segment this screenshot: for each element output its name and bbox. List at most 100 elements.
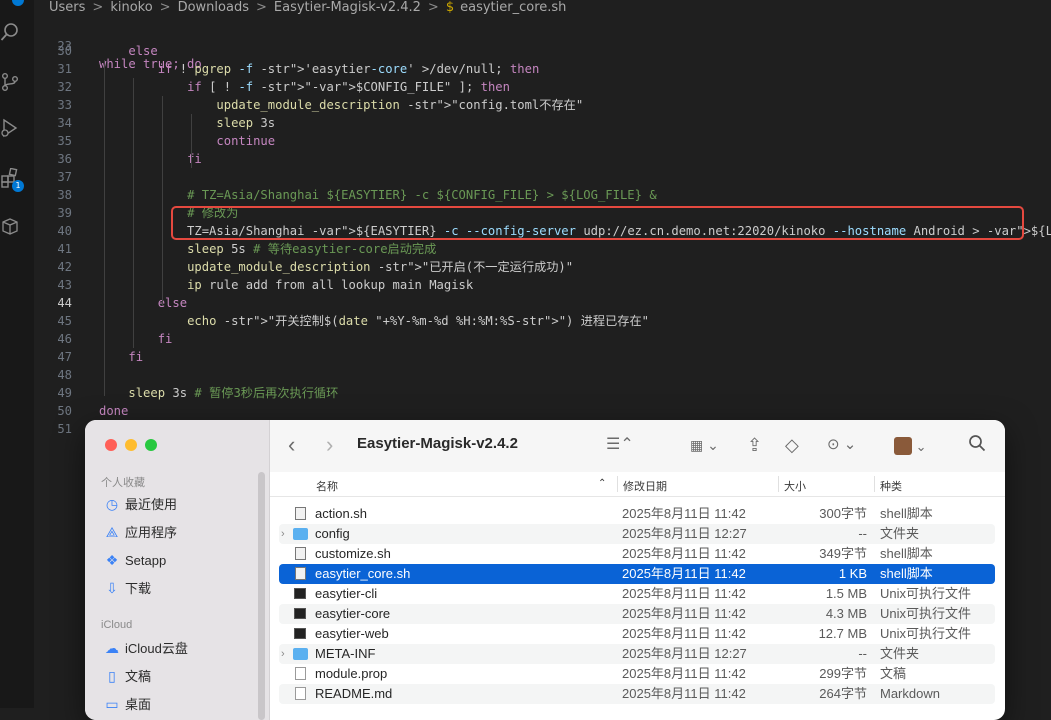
search-icon[interactable] [968, 434, 986, 457]
file-size: 300字节 [819, 506, 867, 521]
code-line[interactable]: 33 update_module_description -str">"conf… [34, 96, 1051, 114]
code-line[interactable]: 34 sleep 3s [34, 114, 1051, 132]
file-name: action.sh [315, 506, 368, 521]
file-row[interactable]: easytier-web 2025年8月11日 11:42 12.7 MB Unix可… [279, 624, 995, 644]
code-line[interactable]: 36 fi [34, 150, 1051, 168]
disclosure-chevron-icon[interactable]: › [281, 524, 285, 544]
code-line[interactable]: 43 ip rule add from all lookup main Magi… [34, 276, 1051, 294]
file-row[interactable]: easytier-core 2025年8月11日 11:42 4.3 MB Unix可… [279, 604, 995, 624]
code-line[interactable]: 38 # TZ=Asia/Shanghai ${EASYTIER} -c ${C… [34, 186, 1051, 204]
line-number: 42 [57, 260, 72, 274]
file-row[interactable]: › config 2025年8月11日 12:27 -- 文件夹 [279, 524, 995, 544]
code-line[interactable]: 35 continue [34, 132, 1051, 150]
sidebar-item-recents[interactable]: ◷ 最近使用 [103, 493, 177, 515]
code-line[interactable]: 50 done [34, 402, 1051, 420]
sidebar-item-label: Setapp [125, 553, 167, 568]
setapp-icon: ❖ [105, 552, 119, 568]
search-icon[interactable] [0, 22, 20, 42]
sidebar-item-downloads[interactable]: ⇩ 下载 [103, 577, 151, 599]
folder-icon [293, 648, 308, 660]
file-date: 2025年8月11日 11:42 [622, 606, 746, 621]
file-size: 12.7 MB [818, 626, 867, 641]
sidebar-scrollbar[interactable] [258, 472, 265, 720]
group-icon[interactable]: ▦ ⌄ [690, 434, 719, 456]
remote-explorer-icon[interactable] [0, 216, 20, 236]
list-view-icon[interactable]: ☰⌃ [606, 434, 634, 456]
column-kind[interactable]: 种类 [880, 478, 902, 494]
sidebar-item-desktop[interactable]: ▭ 桌面 [103, 693, 151, 715]
shell-doc-icon [295, 547, 306, 560]
minimize-button[interactable] [125, 439, 137, 451]
breadcrumb-file[interactable]: easytier_core.sh [460, 0, 566, 16]
zoom-button[interactable] [145, 439, 157, 451]
code-editor[interactable]: 23 while true; do 30 else 31 if ! pgrep -… [34, 18, 1051, 438]
file-kind: Unix可执行文件 [880, 626, 972, 641]
sidebar-item-setapp[interactable]: ❖ Setapp [103, 549, 166, 571]
file-row[interactable]: action.sh 2025年8月11日 11:42 300字节 shell脚本 [279, 504, 995, 524]
code-line[interactable]: 47 fi [34, 348, 1051, 366]
file-row[interactable]: module.prop 2025年8月11日 11:42 299字节 文稿 [279, 664, 995, 684]
column-name[interactable]: 名称 [316, 478, 338, 494]
sidebar-item-icloud-drive[interactable]: ☁ iCloud云盘 [103, 637, 188, 659]
sticky-scroll-line[interactable]: 23 while true; do [34, 19, 1051, 71]
avatar[interactable]: ⌄ [894, 434, 927, 458]
code-text: sleep 3s # 暂停3秒后再次执行循环 [128, 386, 339, 400]
desktop-icon: ▭ [105, 696, 119, 712]
cloud-icon: ☁ [105, 640, 119, 656]
share-icon[interactable]: ⇪ [747, 434, 762, 456]
file-row[interactable]: README.md 2025年8月11日 11:42 264字节 Markdown [279, 684, 995, 704]
line-number: 51 [57, 422, 72, 436]
code-line[interactable]: 45 echo -str">"开关控制$(date "+%Y-%m-%d %H:… [34, 312, 1051, 330]
file-row[interactable]: › META-INF 2025年8月11日 12:27 -- 文件夹 [279, 644, 995, 664]
code-text: update_module_description -str">"已开启(不一定… [187, 260, 574, 274]
line-number: 32 [57, 80, 72, 94]
file-kind: Unix可执行文件 [880, 606, 972, 621]
code-line[interactable]: 30 else [34, 42, 1051, 60]
line-number: 50 [57, 404, 72, 418]
disclosure-chevron-icon[interactable]: › [281, 644, 285, 664]
breadcrumb-separator: > [255, 0, 267, 15]
indent-guide [162, 96, 163, 306]
code-line[interactable]: 49 sleep 3s # 暂停3秒后再次执行循环 [34, 384, 1051, 402]
code-line[interactable]: 46 fi [34, 330, 1051, 348]
breadcrumb-item[interactable]: Downloads [178, 0, 249, 16]
file-name: module.prop [315, 666, 388, 681]
sort-chevron-icon[interactable]: ⌃ [598, 478, 606, 489]
column-size[interactable]: 大小 [784, 478, 806, 494]
sidebar-item-label: 应用程序 [125, 525, 178, 540]
file-date: 2025年8月11日 11:42 [622, 626, 746, 641]
apps-icon: ⟁ [105, 524, 119, 540]
forward-icon[interactable]: › [326, 434, 333, 456]
code-line[interactable]: 48 [34, 366, 1051, 384]
close-button[interactable] [105, 439, 117, 451]
sidebar-item-applications[interactable]: ⟁ 应用程序 [103, 521, 177, 543]
back-icon[interactable]: ‹ [288, 434, 295, 456]
file-row[interactable]: easytier-cli 2025年8月11日 11:42 1.5 MB Unix可执… [279, 584, 995, 604]
breadcrumb-separator: > [427, 0, 439, 15]
breadcrumb-item[interactable]: Easytier-Magisk-v2.4.2 [274, 0, 421, 16]
indent-guide [104, 60, 105, 396]
file-date: 2025年8月11日 12:27 [622, 646, 747, 661]
file-row[interactable]: easytier_core.sh 2025年8月11日 11:42 1 KB shel… [279, 564, 995, 584]
line-number: 38 [57, 188, 72, 202]
code-line[interactable]: 37 [34, 168, 1051, 186]
file-row[interactable]: customize.sh 2025年8月11日 11:42 349字节 shell脚本 [279, 544, 995, 564]
code-line[interactable]: 44 else [34, 294, 1051, 312]
file-kind: Unix可执行文件 [880, 586, 972, 601]
more-actions-icon[interactable]: ⊙ ⌄ [827, 434, 856, 456]
column-date[interactable]: 修改日期 [623, 478, 667, 494]
breadcrumb-item[interactable]: kinoko [110, 0, 152, 16]
source-control-icon[interactable] [0, 72, 20, 92]
code-line[interactable]: 41 sleep 5s # 等待easytier-core启动完成 [34, 240, 1051, 258]
code-text: echo -str">"开关控制$(date "+%Y-%m-%d %H:%M:… [187, 314, 649, 328]
tag-icon[interactable]: ◇ [785, 434, 799, 456]
breadcrumb-item[interactable]: Users [49, 0, 85, 16]
file-name: easytier_core.sh [315, 566, 411, 581]
column-header: 名称 ⌃ 修改日期 大小 种类 [270, 472, 1005, 497]
file-name: customize.sh [315, 546, 391, 561]
code-line[interactable]: 31 if ! pgrep -f -str">'easytier-core' >… [34, 60, 1051, 78]
sidebar-item-documents[interactable]: ▯ 文稿 [103, 665, 151, 687]
code-line[interactable]: 42 update_module_description -str">"已开启(… [34, 258, 1051, 276]
code-line[interactable]: 32 if [ ! -f -str">"-var">$CONFIG_FILE" … [34, 78, 1051, 96]
run-debug-icon[interactable] [0, 118, 20, 138]
